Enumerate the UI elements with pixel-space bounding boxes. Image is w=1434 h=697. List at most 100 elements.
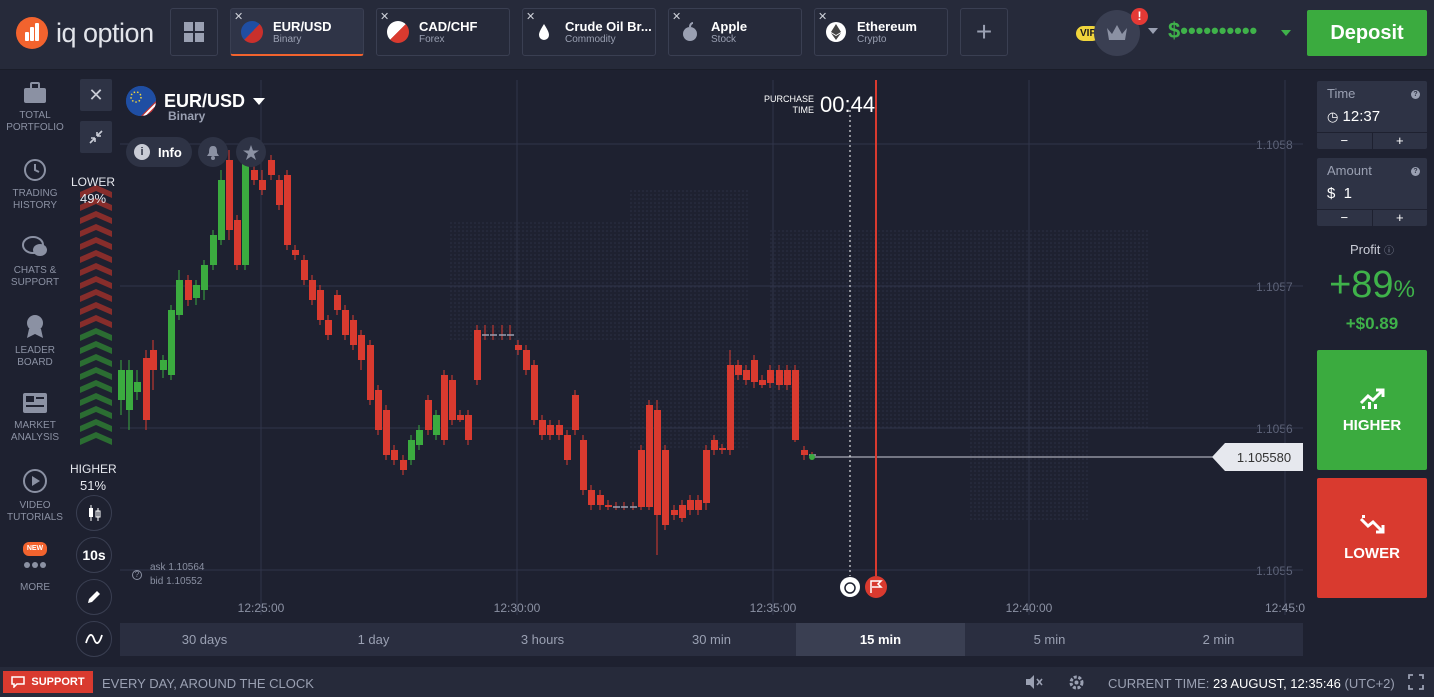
- settings-gear-icon[interactable]: [1068, 674, 1085, 691]
- candles-icon: [89, 505, 101, 521]
- chart-type-button[interactable]: [76, 495, 112, 531]
- tab-name: EUR/USD: [273, 18, 332, 34]
- candle-body: [588, 490, 595, 505]
- time-plus-button[interactable]: +: [1371, 133, 1428, 149]
- timeframe-option[interactable]: 30 min: [627, 623, 796, 656]
- amount-field[interactable]: Amount ? $ 1 − +: [1317, 158, 1427, 226]
- higher-button[interactable]: HIGHER: [1317, 350, 1427, 470]
- sidebar-item-label: MORE: [20, 582, 50, 593]
- timeframe-option[interactable]: 3 hours: [458, 623, 627, 656]
- sidebar-item-label: TRADING HISTORY: [12, 188, 58, 211]
- tab-cad-chf[interactable]: ✕ CAD/CHF Forex: [376, 8, 510, 56]
- eu-us-flag-icon: [241, 20, 263, 43]
- balance[interactable]: $••••••••••: [1168, 18, 1257, 44]
- sidebar-item-chats[interactable]: CHATS & SUPPORT: [0, 235, 70, 289]
- info-label: Info: [158, 144, 182, 160]
- timeframe-option[interactable]: 2 min: [1134, 623, 1303, 656]
- close-icon[interactable]: ✕: [380, 10, 389, 23]
- tab-apple[interactable]: ✕ Apple Stock: [668, 8, 802, 56]
- candle-body: [185, 280, 192, 300]
- chart-area[interactable]: 1.1058 1.1057 1.1056 1.1055 12:25:00 12:30:00…: [70, 70, 1310, 667]
- info-button[interactable]: i Info: [126, 137, 192, 167]
- candle-body: [400, 460, 407, 470]
- close-chart-button[interactable]: ✕: [80, 79, 112, 111]
- candle-body: [126, 370, 133, 410]
- footer: SUPPORT EVERY DAY, AROUND THE CLOCK CURR…: [0, 667, 1434, 697]
- chevron-down-icon[interactable]: [1148, 28, 1158, 34]
- tab-crude-oil[interactable]: ✕ Crude Oil Br... Commodity: [522, 8, 656, 56]
- timeframe-option[interactable]: 30 days: [120, 623, 289, 656]
- candle-body: [564, 435, 571, 460]
- favorite-button[interactable]: [236, 137, 266, 167]
- tab-type: Crypto: [857, 34, 887, 45]
- candle-body: [193, 285, 200, 298]
- candle-body: [391, 450, 398, 460]
- sidebar-item-label: MARKET ANALYSIS: [10, 420, 60, 443]
- close-icon[interactable]: ✕: [672, 10, 681, 23]
- close-icon[interactable]: ✕: [526, 10, 535, 23]
- sidebar-item-portfolio[interactable]: TOTAL PORTFOLIO: [0, 82, 70, 134]
- higher-sentiment-label: HIGHER: [70, 462, 117, 476]
- tab-type: Stock: [711, 34, 737, 45]
- help-icon[interactable]: ⓘ: [1384, 246, 1394, 257]
- timeframe-option[interactable]: 15 min: [796, 623, 965, 656]
- time-value[interactable]: ◷ 12:37: [1327, 108, 1380, 125]
- timeframe-option[interactable]: 5 min: [965, 623, 1134, 656]
- sidebar-item-leaderboard[interactable]: LEADER BOARD: [0, 313, 70, 369]
- balance-chevron-icon[interactable]: [1281, 30, 1291, 36]
- interval-button[interactable]: 10s: [76, 537, 112, 573]
- tab-ethereum[interactable]: ✕ Ethereum Crypto: [814, 8, 948, 56]
- deposit-button[interactable]: Deposit: [1307, 10, 1427, 56]
- grid-icon: [184, 22, 204, 42]
- fullscreen-icon[interactable]: [1408, 674, 1424, 690]
- map-texture: [970, 400, 1090, 520]
- help-icon[interactable]: ?: [1411, 167, 1420, 176]
- sidebar-item-market-analysis[interactable]: MARKET ANALYSIS: [0, 392, 70, 444]
- oil-drop-icon: [539, 24, 549, 40]
- sidebar-item-history[interactable]: TRADING HISTORY: [0, 158, 70, 212]
- indicators-button[interactable]: [76, 621, 112, 657]
- candle-body: [416, 430, 423, 445]
- clock-icon: ◷: [1327, 109, 1339, 124]
- close-icon[interactable]: ✕: [234, 10, 243, 23]
- sidebar-item-label: TOTAL PORTFOLIO: [6, 110, 64, 133]
- candle-body: [465, 415, 472, 440]
- alerts-button[interactable]: [198, 137, 228, 167]
- sentiment-chevron: [80, 354, 112, 367]
- time-minus-button[interactable]: −: [1317, 133, 1372, 149]
- amount-minus-button[interactable]: −: [1317, 210, 1372, 226]
- add-asset-button[interactable]: +: [960, 8, 1008, 56]
- candle-body: [539, 420, 546, 435]
- timeframe-option[interactable]: 1 day: [289, 623, 458, 656]
- candle-body: [474, 330, 481, 380]
- play-icon: [23, 469, 47, 493]
- assets-grid-button[interactable]: [170, 8, 218, 56]
- close-icon[interactable]: ✕: [818, 10, 827, 23]
- lower-button[interactable]: LOWER: [1317, 478, 1427, 598]
- logo[interactable]: iq option: [16, 17, 154, 49]
- expiry-time-field[interactable]: Time ? ◷ 12:37 − +: [1317, 81, 1427, 149]
- mute-icon[interactable]: [1025, 674, 1043, 690]
- sidebar-item-more[interactable]: NEW MORE: [0, 542, 70, 594]
- candle-body: [425, 400, 432, 430]
- ca-ch-flag-icon: [387, 21, 409, 43]
- help-icon[interactable]: ?: [132, 570, 142, 580]
- tab-type: Forex: [419, 34, 445, 45]
- tab-eur-usd[interactable]: ✕ EUR/USD Binary: [230, 8, 364, 56]
- candle-body: [801, 450, 808, 455]
- draw-tool-button[interactable]: [76, 579, 112, 615]
- candle-body: [350, 320, 357, 345]
- collapse-chart-button[interactable]: [80, 121, 112, 153]
- amount-plus-button[interactable]: +: [1371, 210, 1428, 226]
- sidebar-item-video-tutorials[interactable]: VIDEO TUTORIALS: [0, 468, 70, 524]
- support-button[interactable]: SUPPORT: [3, 671, 93, 693]
- y-tick-label: 1.1058: [1256, 138, 1293, 152]
- candle-body: [134, 382, 141, 392]
- candle-body: [580, 440, 587, 490]
- chevron-down-icon[interactable]: [253, 97, 266, 105]
- amount-value[interactable]: $ 1: [1327, 185, 1352, 202]
- tab-name: Crude Oil Br...: [565, 19, 652, 34]
- candle-body: [638, 450, 645, 507]
- help-icon[interactable]: ?: [1411, 90, 1420, 99]
- candle-body: [408, 440, 415, 460]
